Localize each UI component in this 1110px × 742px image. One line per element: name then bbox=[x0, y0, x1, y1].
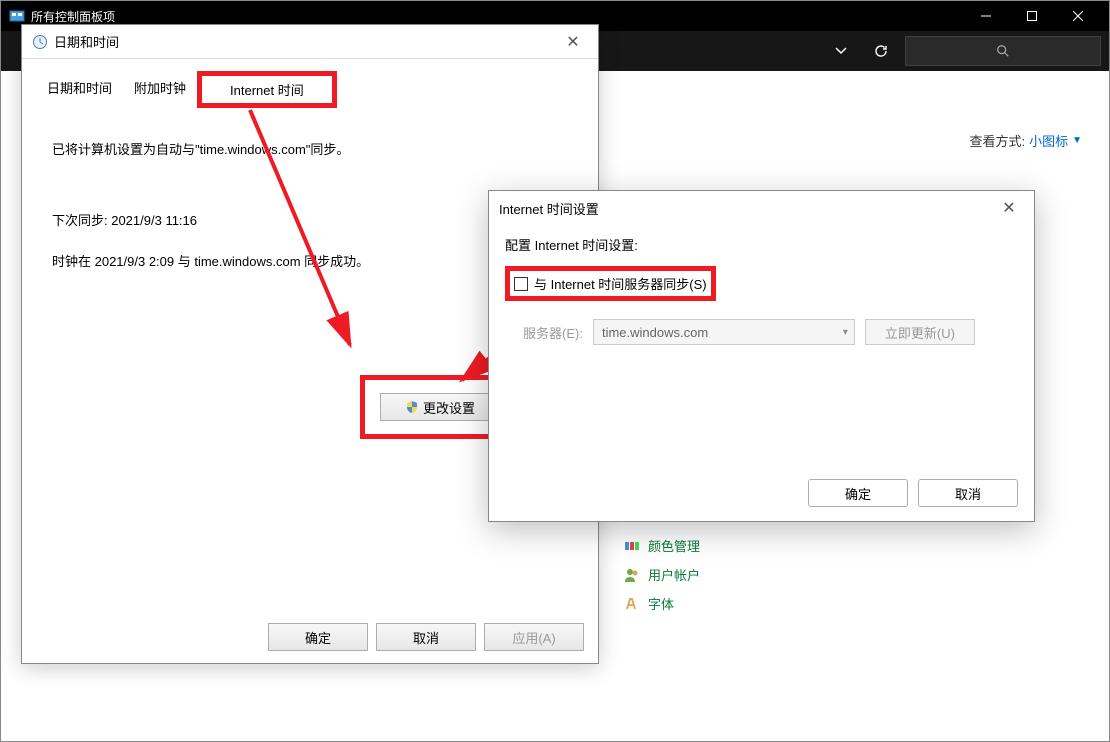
minimize-button[interactable] bbox=[963, 1, 1009, 31]
sync-checkbox-label: 与 Internet 时间服务器同步(S) bbox=[534, 274, 707, 293]
cp-item-label: 字体 bbox=[648, 594, 674, 613]
inet-buttons: 确定 取消 bbox=[808, 479, 1018, 507]
tabs: 日期和时间 附加时钟 Internet 时间 bbox=[22, 59, 598, 108]
font-icon bbox=[624, 596, 640, 612]
cp-item-color[interactable]: 颜色管理 bbox=[624, 536, 700, 555]
refresh-button[interactable] bbox=[865, 35, 897, 67]
server-value: time.windows.com bbox=[602, 325, 708, 340]
server-label: 服务器(E): bbox=[523, 323, 583, 342]
inet-body: 配置 Internet 时间设置: 与 Internet 时间服务器同步(S) … bbox=[489, 225, 1034, 355]
window-controls bbox=[963, 1, 1101, 31]
view-mode-value[interactable]: 小图标 bbox=[1029, 131, 1068, 150]
control-panel-items: 颜色管理 用户帐户 字体 bbox=[624, 536, 700, 613]
close-button[interactable] bbox=[1055, 1, 1101, 31]
cp-item-label: 颜色管理 bbox=[648, 536, 700, 555]
view-mode: 查看方式: 小图标 ▼ bbox=[969, 131, 1082, 150]
sync-checkbox[interactable] bbox=[514, 277, 528, 291]
chevron-down-icon: ▾ bbox=[843, 327, 848, 338]
tab-internet-time[interactable]: Internet 时间 bbox=[197, 71, 337, 108]
tab-datetime[interactable]: 日期和时间 bbox=[36, 71, 123, 108]
outer-title: 所有控制面板项 bbox=[31, 8, 963, 25]
shield-icon bbox=[405, 400, 419, 414]
dialog-title: 日期和时间 bbox=[54, 32, 558, 51]
ok-button[interactable]: 确定 bbox=[268, 623, 368, 651]
config-label: 配置 Internet 时间设置: bbox=[505, 235, 1018, 254]
control-panel-icon bbox=[9, 8, 25, 24]
dropdown-button[interactable] bbox=[825, 35, 857, 67]
server-row: 服务器(E): time.windows.com ▾ 立即更新(U) bbox=[505, 319, 1018, 345]
inet-ok-button[interactable]: 确定 bbox=[808, 479, 908, 507]
dialog-buttons: 确定 取消 应用(A) bbox=[268, 623, 584, 651]
apply-button[interactable]: 应用(A) bbox=[484, 623, 584, 651]
sync-info-text: 已将计算机设置为自动与"time.windows.com"同步。 bbox=[52, 140, 568, 161]
cp-item-font[interactable]: 字体 bbox=[624, 594, 700, 613]
view-mode-label: 查看方式: bbox=[969, 131, 1025, 150]
cp-item-user[interactable]: 用户帐户 bbox=[624, 565, 700, 584]
server-combo[interactable]: time.windows.com ▾ bbox=[593, 319, 855, 345]
cancel-button[interactable]: 取消 bbox=[376, 623, 476, 651]
internet-time-dialog: Internet 时间设置 ✕ 配置 Internet 时间设置: 与 Inte… bbox=[488, 190, 1035, 522]
inet-titlebar: Internet 时间设置 ✕ bbox=[489, 191, 1034, 225]
dialog-titlebar: 日期和时间 ✕ bbox=[22, 25, 598, 59]
update-now-button[interactable]: 立即更新(U) bbox=[865, 319, 975, 345]
inet-close-button[interactable]: ✕ bbox=[994, 193, 1024, 223]
change-settings-button[interactable]: 更改设置 bbox=[380, 393, 500, 421]
clock-icon bbox=[32, 34, 48, 50]
inet-title-text: Internet 时间设置 bbox=[499, 199, 994, 218]
sync-checkbox-highlight: 与 Internet 时间服务器同步(S) bbox=[505, 266, 716, 301]
search-box[interactable] bbox=[905, 36, 1101, 66]
maximize-button[interactable] bbox=[1009, 1, 1055, 31]
tab-additional-clocks[interactable]: 附加时钟 bbox=[123, 71, 197, 108]
dialog-close-button[interactable]: ✕ bbox=[558, 27, 588, 57]
user-icon bbox=[624, 567, 640, 583]
inet-cancel-button[interactable]: 取消 bbox=[918, 479, 1018, 507]
cp-item-label: 用户帐户 bbox=[648, 565, 700, 584]
color-icon bbox=[624, 538, 640, 554]
chevron-down-icon[interactable]: ▼ bbox=[1072, 135, 1082, 146]
change-settings-label: 更改设置 bbox=[423, 398, 475, 417]
